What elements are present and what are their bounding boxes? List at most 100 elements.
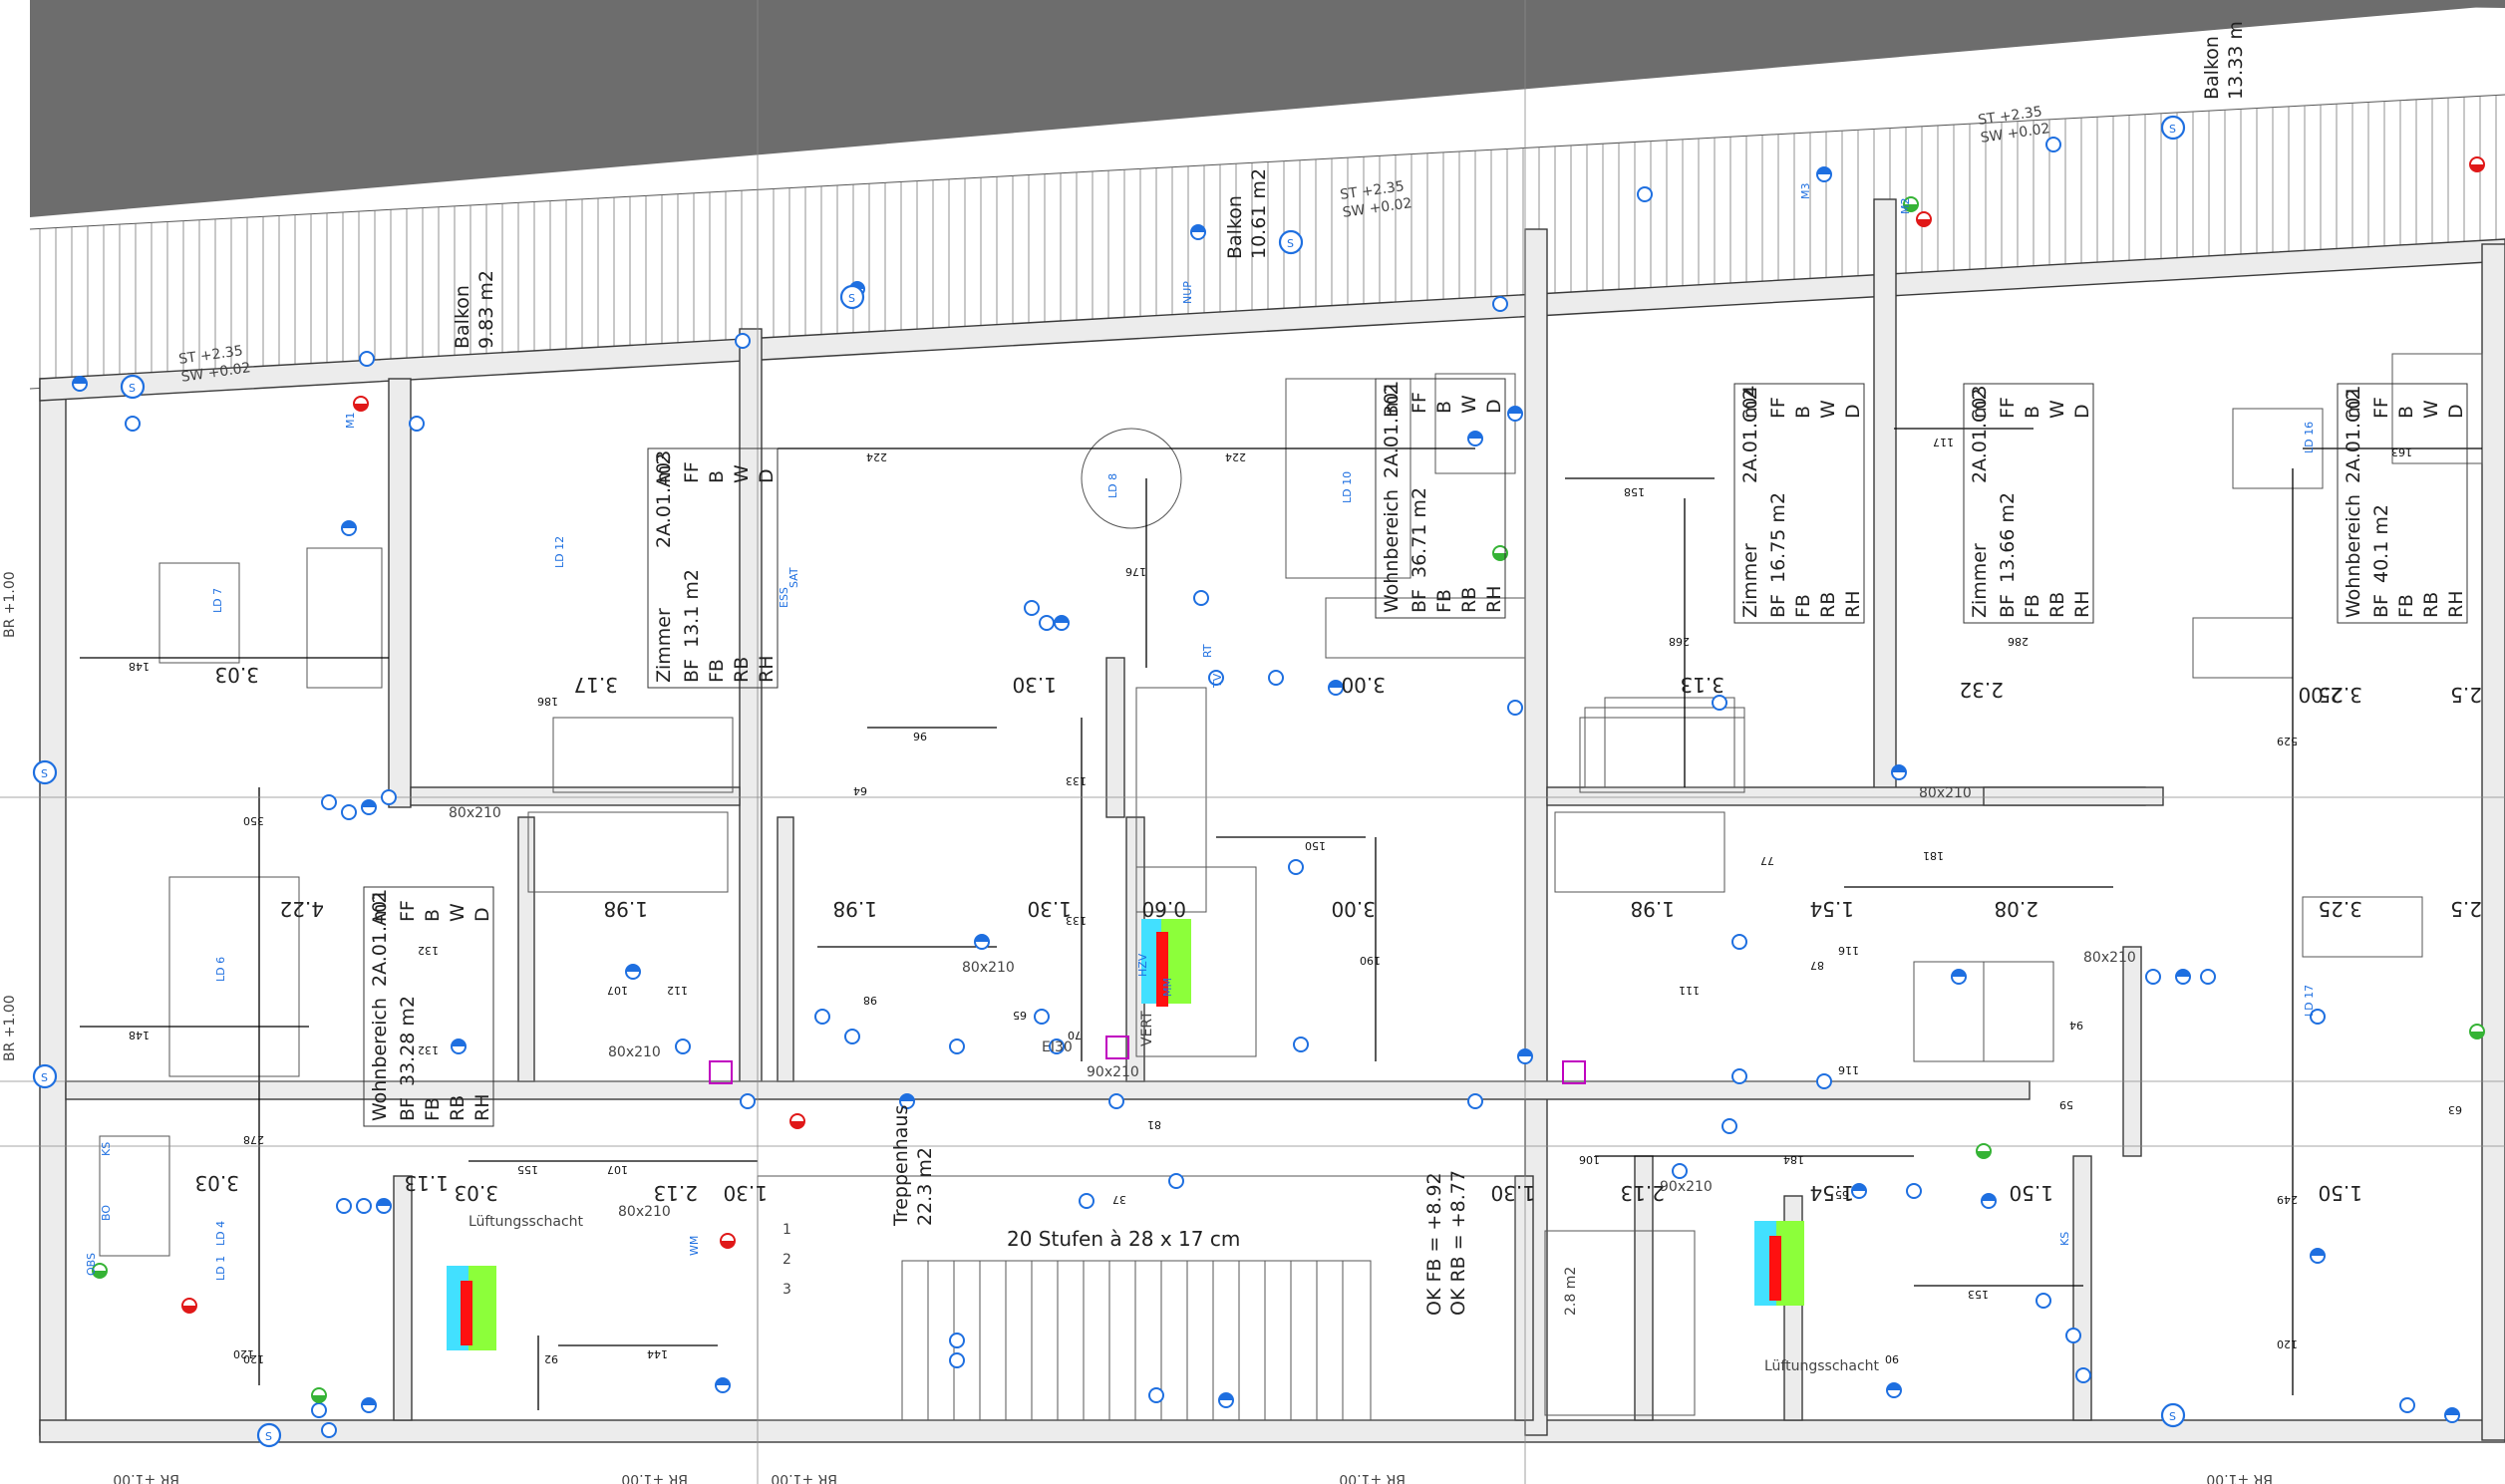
electrical-label: KS: [100, 1142, 113, 1156]
electrical-label: LD 10: [1341, 471, 1354, 503]
balcony-label: Balkon: [2201, 36, 2223, 100]
ceiling-height-label: 1.50: [2009, 1181, 2053, 1205]
stair-steps-label: 20 Stufen à 28 x 17 cm: [1007, 1227, 1240, 1251]
misc-label: 2.8 m2: [1563, 1267, 1579, 1316]
electrical-outlet-icon: [1731, 1068, 1747, 1084]
dimension-value: 107: [607, 1163, 628, 1176]
svg-text:S: S: [1287, 237, 1294, 250]
electrical-outlet-icon: [2075, 1367, 2091, 1383]
room-code: FF: [1997, 397, 2019, 419]
furniture-outlines: [99, 353, 2483, 1416]
electrical-outlet-icon: [2444, 1407, 2460, 1423]
ceiling-height-label: 2.13: [653, 1181, 698, 1205]
room-unit: m2: [2343, 388, 2364, 419]
room-code: B: [1792, 406, 1814, 419]
electrical-label: TV: [1211, 673, 1224, 689]
misc-label: Lüftungsschacht: [1764, 1358, 1880, 1374]
electrical-outlet-icon: [381, 789, 397, 805]
room-floor: RH: [1483, 586, 1505, 614]
electrical-outlet-icon: [1168, 1173, 1184, 1189]
room-floor: RB: [1817, 592, 1839, 618]
misc-label: BR +1.00: [113, 1471, 179, 1484]
dimension-value: 120: [233, 1347, 254, 1360]
marker-icon: [720, 1233, 736, 1249]
ceiling-height-label: 1.30: [1012, 673, 1057, 697]
marker-icon: [181, 1298, 197, 1314]
electrical-outlet-icon: [1193, 590, 1209, 606]
ceiling-height-label: 3.17: [573, 673, 618, 697]
room-floor: RH: [1842, 591, 1864, 619]
ceiling-height-label: 3.03: [454, 1181, 498, 1205]
electrical-label: M1: [344, 413, 357, 430]
room-area: 13.66 m2: [1997, 492, 2019, 583]
floor-plan-drawing: S S S S S S S S Balkon 9.83 m2 ST +2.35 SW +0.0…: [0, 0, 2505, 1484]
dimension-value: 286: [2008, 635, 2029, 648]
electrical-outlet-icon: [361, 799, 377, 815]
electrical-outlet-icon: [814, 1009, 830, 1025]
room-name: Zimmer: [1739, 543, 1761, 618]
electrical-outlet-icon: [1218, 1392, 1234, 1408]
dimension-value: 111: [1679, 984, 1700, 997]
room-floor: RB: [447, 1095, 469, 1121]
electrical-outlet-icon: [1722, 1118, 1737, 1134]
room-area: 33.28 m2: [397, 996, 419, 1086]
stairwell-title: Treppenhaus: [890, 1105, 912, 1227]
socket-s-icon: S: [2160, 115, 2186, 141]
electrical-outlet-icon: [341, 804, 357, 820]
electrical-outlet-icon: [1507, 406, 1523, 422]
dimension-value: 144: [647, 1347, 668, 1360]
door-size-label: 80x210: [618, 1204, 671, 1220]
dimension-value: 98: [863, 994, 877, 1007]
ceiling-height-label: 1.54: [1809, 897, 1854, 921]
room-unit: m2: [369, 891, 391, 922]
distribution-box-2: [447, 1266, 496, 1350]
ceiling-height-label: 3.03: [194, 1171, 239, 1195]
dimension-value: 184: [1783, 1153, 1804, 1166]
electrical-outlet-icon: [1906, 1183, 1922, 1199]
room-name: Zimmer: [653, 608, 675, 683]
dimension-value: 92: [544, 1352, 558, 1365]
socket-s-icon: S: [32, 759, 58, 785]
electrical-outlet-icon: [1637, 186, 1653, 202]
electrical-outlet-icon: [844, 1029, 860, 1044]
dimension-value: 158: [1624, 485, 1645, 498]
electrical-outlet-icon: [2175, 969, 2191, 985]
electrical-label: LD 4: [214, 1221, 227, 1246]
electrical-outlet-icon: [1712, 695, 1727, 711]
electrical-outlet-icon: [341, 520, 357, 536]
electrical-outlet-icon: [949, 1039, 965, 1054]
stairwell-level: OK FB = +8.92: [1423, 1172, 1445, 1316]
electrical-outlet-icon: [1293, 1037, 1309, 1052]
distribution-box-3: [1754, 1221, 1804, 1306]
electrical-outlet-icon: [1492, 296, 1508, 312]
electrical-label: ESS: [778, 587, 790, 608]
marker-icon: [789, 1113, 805, 1129]
dimension-value: 65: [1835, 1188, 1849, 1201]
room-unit: m2: [653, 452, 675, 483]
electrical-label: LD 12: [553, 536, 566, 568]
electrical-outlet-icon: [1951, 969, 1967, 985]
ceiling-height-label: 1.13: [404, 1171, 449, 1195]
room-code: W: [731, 464, 753, 483]
electrical-outlet-icon: [125, 416, 141, 432]
room-floor: RB: [1458, 587, 1480, 613]
room-name: Wohnbereich: [369, 998, 391, 1121]
electrical-outlet-icon: [735, 333, 751, 349]
electrical-outlet-icon: [1467, 1093, 1483, 1109]
ceiling-height-label: 1.30: [1490, 1181, 1535, 1205]
room-bf: BF: [1767, 594, 1789, 618]
room-code: B: [1433, 401, 1455, 414]
ceiling-height-label: 3.00: [1331, 897, 1376, 921]
marker-icon: [353, 396, 369, 412]
room-table-c03: 2A.01.C03 m2 Zimmer BF 13.66 m2 FF B W D…: [1963, 383, 2094, 624]
electrical-outlet-icon: [2399, 1397, 2415, 1413]
room-bf: BF: [681, 659, 703, 683]
room-floor: RB: [2046, 592, 2068, 618]
misc-label: BR +1.00: [1339, 1471, 1406, 1484]
ceiling-height-label: 3.13: [1680, 673, 1724, 697]
dimension-value: 117: [1933, 436, 1954, 448]
room-floor: RH: [2071, 591, 2093, 619]
room-floor: RB: [2420, 592, 2442, 618]
electrical-outlet-icon: [1507, 700, 1523, 716]
electrical-label: M2: [1899, 198, 1912, 215]
